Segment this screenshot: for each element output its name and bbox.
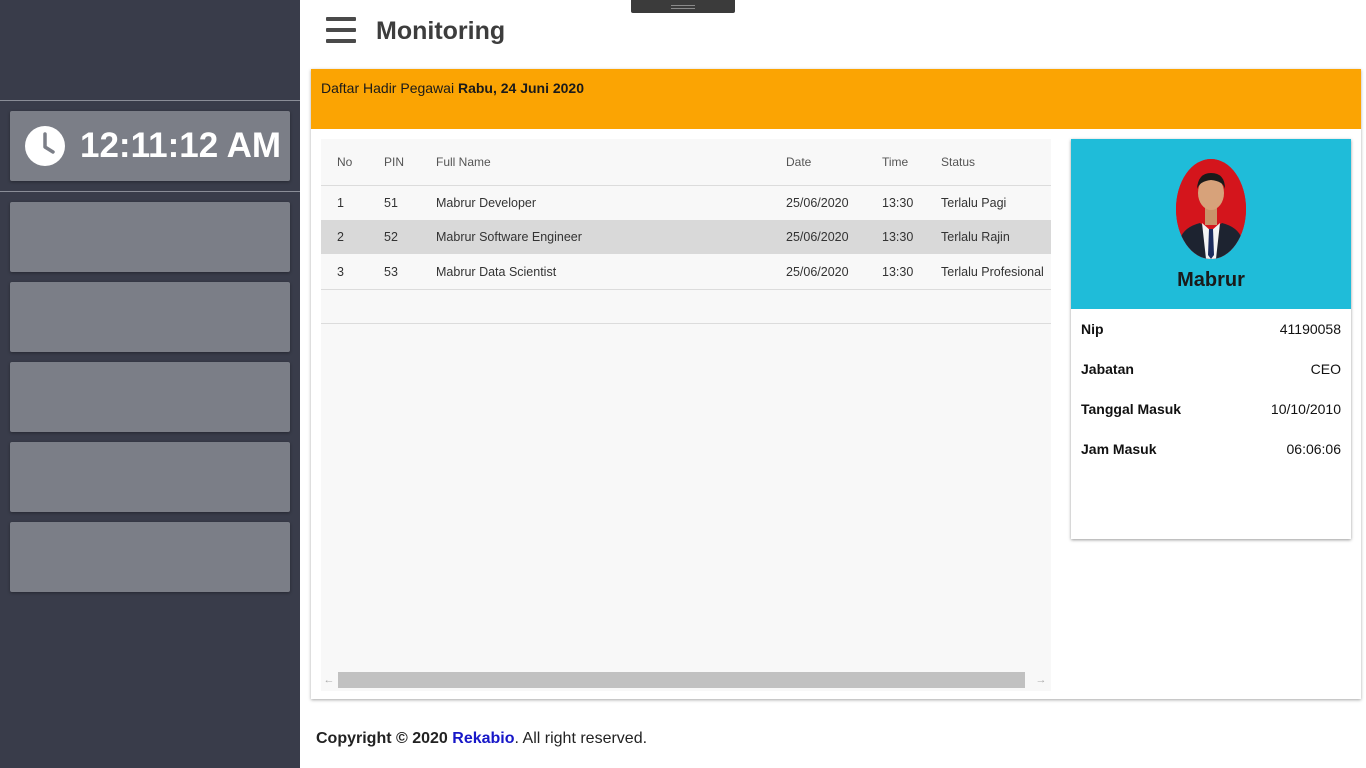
field-label: Jabatan	[1081, 361, 1134, 377]
cell-status: Terlalu Pagi	[941, 196, 1007, 210]
arrow-left-icon[interactable]: ←	[321, 672, 337, 688]
table-row[interactable]: 3 53 Mabrur Data Scientist 25/06/2020 13…	[321, 255, 1051, 289]
cell-pin: 52	[384, 230, 398, 244]
cell-date: 25/06/2020	[786, 265, 849, 279]
drag-handle[interactable]	[631, 0, 735, 13]
cell-status: Terlalu Profesional	[941, 265, 1044, 279]
attendance-title: Daftar Hadir Pegawai Rabu, 24 Juni 2020	[321, 80, 584, 96]
horizontal-scrollbar[interactable]: ← →	[321, 671, 1051, 689]
field-value: 41190058	[1279, 321, 1341, 337]
attendance-table: No PIN Full Name Date Time Status 1 51 M…	[321, 139, 1051, 691]
cell-date: 25/06/2020	[786, 196, 849, 210]
attendance-date: Rabu, 24 Juni 2020	[457, 80, 585, 96]
profile-header: Mabrur	[1071, 139, 1351, 309]
column-header-date[interactable]: Date	[786, 155, 811, 169]
cell-pin: 53	[384, 265, 398, 279]
cell-full-name: Mabrur Data Scientist	[436, 265, 557, 279]
cell-no: 1	[337, 196, 344, 210]
column-header-pin[interactable]: PIN	[384, 155, 404, 169]
sidebar-card[interactable]	[10, 522, 290, 592]
sidebar-card[interactable]	[10, 442, 290, 512]
footer-suffix: . All right reserved.	[514, 730, 648, 747]
arrow-right-icon[interactable]: →	[1033, 672, 1049, 688]
cell-full-name: Mabrur Software Engineer	[436, 230, 582, 244]
field-value: 06:06:06	[1286, 441, 1342, 457]
column-header-status[interactable]: Status	[941, 155, 975, 169]
attendance-title-prefix: Daftar Hadir Pegawai	[321, 80, 455, 96]
clock-time: 12:11:12 AM	[80, 126, 282, 165]
field-label: Tanggal Masuk	[1081, 401, 1182, 417]
clock-widget: 12:11:12 AM	[10, 111, 290, 181]
profile-field-jam-masuk: Jam Masuk 06:06:06	[1081, 441, 1341, 461]
cell-time: 13:30	[882, 265, 914, 279]
cell-no: 3	[337, 265, 344, 279]
scrollbar-thumb[interactable]	[338, 672, 1025, 688]
cell-no: 2	[337, 230, 344, 244]
cell-full-name: Mabrur Developer	[436, 196, 537, 210]
attendance-panel: Daftar Hadir Pegawai Rabu, 24 Juni 2020 …	[311, 69, 1361, 699]
column-header-full-name[interactable]: Full Name	[436, 155, 491, 169]
footer: Copyright © 2020 Rekabio. All right rese…	[316, 730, 647, 748]
table-row[interactable]: 1 51 Mabrur Developer 25/06/2020 13:30 T…	[321, 186, 1051, 220]
hamburger-menu-icon[interactable]	[326, 17, 356, 43]
sidebar-card[interactable]	[10, 282, 290, 352]
cell-date: 25/06/2020	[786, 230, 849, 244]
table-row[interactable]: 2 52 Mabrur Software Engineer 25/06/2020…	[321, 220, 1051, 254]
profile-field-tanggal-masuk: Tanggal Masuk 10/10/2010	[1081, 401, 1341, 421]
column-header-no[interactable]: No	[337, 155, 352, 169]
table-divider	[321, 289, 1051, 290]
cell-time: 13:30	[882, 196, 914, 210]
page-title: Monitoring	[376, 17, 506, 45]
attendance-header: Daftar Hadir Pegawai Rabu, 24 Juni 2020	[311, 69, 1361, 129]
cell-pin: 51	[384, 196, 398, 210]
cell-status: Terlalu Rajin	[941, 230, 1010, 244]
cell-time: 13:30	[882, 230, 914, 244]
column-header-time[interactable]: Time	[882, 155, 908, 169]
field-label: Jam Masuk	[1081, 441, 1157, 457]
table-divider	[321, 323, 1051, 324]
field-label: Nip	[1081, 321, 1104, 337]
profile-field-jabatan: Jabatan CEO	[1081, 361, 1341, 381]
field-value: 10/10/2010	[1270, 401, 1341, 417]
brand-link[interactable]: Rekabio	[452, 730, 514, 747]
profile-name: Mabrur	[1177, 269, 1245, 291]
employee-profile-card: Mabrur Nip 41190058 Jabatan CEO Tanggal …	[1071, 139, 1351, 539]
field-value: CEO	[1310, 361, 1341, 377]
copyright-text: Copyright © 2020	[316, 730, 448, 747]
sidebar-card[interactable]	[10, 202, 290, 272]
profile-field-nip: Nip 41190058	[1081, 321, 1341, 341]
clock-icon	[25, 126, 65, 166]
sidebar-divider	[0, 100, 300, 101]
sidebar-divider	[0, 191, 300, 192]
avatar	[1176, 159, 1246, 259]
sidebar-card[interactable]	[10, 362, 290, 432]
sidebar: 12:11:12 AM	[0, 0, 300, 768]
